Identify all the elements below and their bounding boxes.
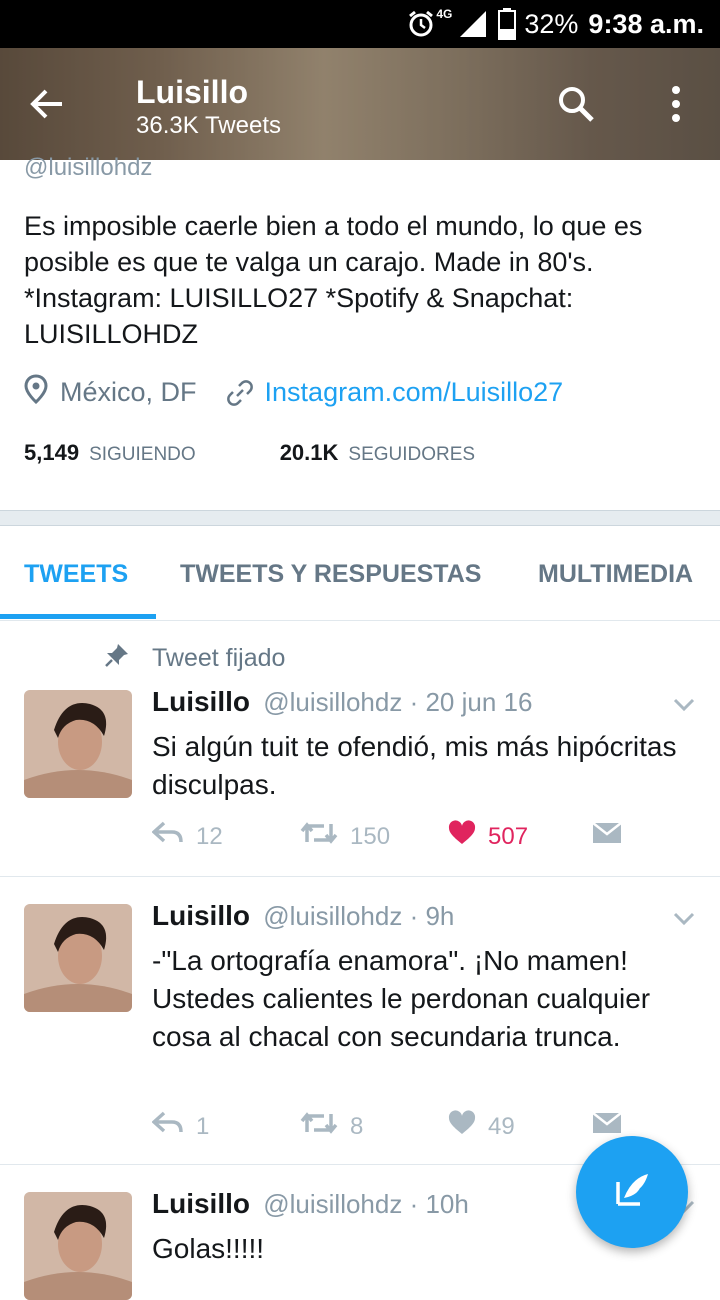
tweet-author[interactable]: Luisillo <box>152 686 250 717</box>
tweet-author[interactable]: Luisillo <box>152 1188 250 1219</box>
tweet-text: Si algún tuit te ofendió, mis más hipócr… <box>152 731 677 800</box>
tweet-meta: @luisillohdz · 10h <box>263 1189 469 1219</box>
battery-level: 32% <box>524 8 579 39</box>
following-count[interactable]: 5,149 <box>24 440 79 466</box>
retweet-button[interactable]: 8 <box>300 1110 363 1143</box>
reply-count: 1 <box>196 1112 210 1140</box>
status-bar: 4G 32% 9:38 a.m. <box>0 0 720 48</box>
tweet-header: Luisillo @luisillohdz · 10h <box>152 1188 469 1220</box>
tweet-text: -"La ortografía enamora". ¡No mamen! Ust… <box>152 945 651 1052</box>
header-tweet-count: 36.3K Tweets <box>136 112 281 139</box>
avatar[interactable] <box>24 690 132 798</box>
profile-header: Luisillo 36.3K Tweets <box>0 48 720 160</box>
battery-icon <box>498 8 517 40</box>
retweet-icon <box>300 820 338 853</box>
dm-button[interactable] <box>592 820 622 853</box>
retweet-count: 150 <box>350 822 391 850</box>
tweet-header: Luisillo @luisillohdz · 9h <box>152 900 454 932</box>
clock: 9:38 a.m. <box>588 8 704 39</box>
compose-button[interactable] <box>576 1136 688 1248</box>
following-label[interactable]: SIGUIENDO <box>89 444 196 466</box>
header-name: Luisillo <box>136 74 248 110</box>
retweet-count: 8 <box>350 1112 364 1140</box>
profile-link[interactable]: Instagram.com/Luisillo27 <box>265 377 564 408</box>
reply-button[interactable]: 1 <box>151 1110 210 1143</box>
profile-handle: @luisillohdz <box>24 154 153 180</box>
like-button[interactable]: 49 <box>448 1110 515 1143</box>
tweet-meta: @luisillohdz · 20 jun 16 <box>263 687 533 717</box>
profile-bio: Es imposible caerle bien a todo el mundo… <box>24 211 643 349</box>
active-tab-indicator <box>0 614 156 619</box>
reply-icon <box>151 1110 184 1143</box>
tweet-item[interactable]: Luisillo @luisillohdz · 9h -"La ortograf… <box>0 876 720 1165</box>
profile-stats: 5,149 SIGUIENDO 20.1K SEGUIDORES <box>24 440 475 466</box>
like-count: 507 <box>488 822 529 850</box>
tweet-header: Luisillo @luisillohdz · 20 jun 16 <box>152 686 532 718</box>
profile-meta: México, DF Instagram.com/Luisillo27 <box>24 374 563 411</box>
reply-count: 12 <box>196 822 223 850</box>
tab-tweets-replies[interactable]: TWEETS Y RESPUESTAS <box>180 560 481 589</box>
profile-location: México, DF <box>60 377 197 407</box>
avatar[interactable] <box>24 1192 132 1300</box>
tab-multimedia[interactable]: MULTIMEDIA <box>538 560 693 589</box>
tweet-meta: @luisillohdz · 9h <box>263 901 455 931</box>
back-arrow-icon[interactable] <box>26 84 66 129</box>
avatar[interactable] <box>24 904 132 1012</box>
signal-icon <box>458 9 488 39</box>
tweet-actions: 12 150 507 <box>151 820 632 860</box>
reply-button[interactable]: 12 <box>151 820 223 853</box>
tweet-author[interactable]: Luisillo <box>152 900 250 931</box>
reply-icon <box>151 820 184 853</box>
more-vert-icon[interactable] <box>666 86 686 127</box>
chevron-down-icon[interactable] <box>672 910 696 933</box>
location-pin-icon <box>24 374 48 411</box>
tweet-item[interactable]: Luisillo @luisillohdz · 20 jun 16 Si alg… <box>0 620 720 877</box>
profile-tabs: TWEETS TWEETS Y RESPUESTAS MULTIMEDIA <box>0 526 720 621</box>
heart-icon <box>448 1110 476 1143</box>
chevron-down-icon[interactable] <box>672 696 696 719</box>
alarm-icon <box>406 9 436 39</box>
tweet-actions: 1 8 49 <box>151 1110 632 1150</box>
tab-tweets[interactable]: TWEETS <box>24 560 128 589</box>
like-button[interactable]: 507 <box>448 820 528 853</box>
retweet-button[interactable]: 150 <box>300 820 390 853</box>
section-divider <box>0 510 720 526</box>
dm-icon <box>592 820 622 853</box>
followers-label[interactable]: SEGUIDORES <box>348 444 475 466</box>
compose-icon <box>610 1168 654 1217</box>
heart-icon <box>448 820 476 853</box>
search-icon[interactable] <box>556 84 596 129</box>
network-type: 4G <box>436 7 453 21</box>
link-icon <box>226 379 253 406</box>
followers-count[interactable]: 20.1K <box>280 440 339 466</box>
retweet-icon <box>300 1110 338 1143</box>
like-count: 49 <box>488 1112 515 1140</box>
